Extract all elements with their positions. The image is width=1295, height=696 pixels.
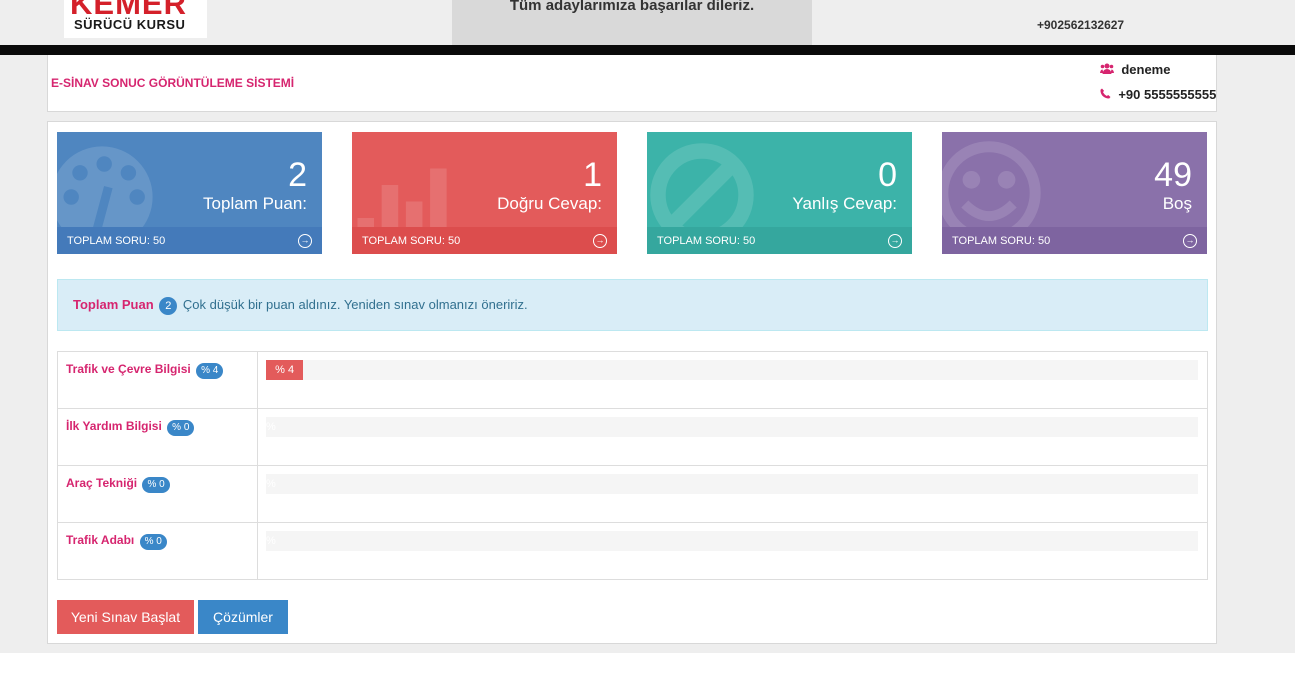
- stat-label: Yanlış Cevap:: [792, 194, 897, 213]
- alert-label: Toplam Puan: [73, 297, 154, 312]
- stat-footer-text: TOPLAM SORU: 50: [657, 235, 756, 247]
- category-percent-badge: % 0: [142, 477, 170, 493]
- user-phone-info: +90 5555555555: [1100, 87, 1216, 102]
- category-name-text: Trafik ve Çevre Bilgisi: [66, 362, 191, 376]
- category-label-cell: Araç Tekniği % 0: [58, 466, 258, 522]
- header-phone: +902562132627: [1037, 18, 1125, 32]
- category-name-text: Trafik Adabı: [66, 533, 135, 547]
- stat-total-score: 2 Toplam Puan: TOPLAM SORU: 50 →: [57, 132, 322, 254]
- stat-footer-text: TOPLAM SORU: 50: [952, 235, 1051, 247]
- table-row: Araç Tekniği % 0 %: [58, 466, 1207, 523]
- stat-value: 0: [878, 156, 897, 194]
- header-divider: [0, 45, 1295, 55]
- arrow-circle-right-icon[interactable]: →: [593, 234, 607, 248]
- category-name: İlk Yardım Bilgisi % 0: [66, 419, 195, 436]
- alert-score-badge: 2: [159, 297, 178, 315]
- category-label-cell: Trafik ve Çevre Bilgisi % 4: [58, 352, 258, 408]
- progress-track: % 4: [266, 360, 1198, 380]
- solutions-button[interactable]: Çözümler: [198, 600, 288, 634]
- system-title: E-SİNAV SONUC GÖRÜNTÜLEME SİSTEMİ: [51, 76, 295, 90]
- stat-blank-answers: 49 Boş TOPLAM SORU: 50 →: [942, 132, 1207, 254]
- new-exam-button[interactable]: Yeni Sınav Başlat: [57, 600, 194, 634]
- stat-value: 1: [583, 156, 602, 194]
- stat-footer[interactable]: TOPLAM SORU: 50 →: [57, 227, 322, 254]
- category-percent-badge: % 0: [139, 534, 167, 550]
- brand-logo[interactable]: KEMER SÜRÜCÜ KURSU: [64, 0, 207, 38]
- arrow-circle-right-icon[interactable]: →: [298, 234, 312, 248]
- stat-value: 2: [288, 156, 307, 194]
- announcement-box: Tüm adaylarımıza başarılar dileriz.: [452, 0, 812, 45]
- stat-footer[interactable]: TOPLAM SORU: 50 →: [942, 227, 1207, 254]
- stat-footer-text: TOPLAM SORU: 50: [67, 235, 166, 247]
- category-label-cell: İlk Yardım Bilgisi % 0: [58, 409, 258, 465]
- top-header: KEMER SÜRÜCÜ KURSU Tüm adaylarımıza başa…: [0, 0, 1295, 45]
- table-row: Trafik Adabı % 0 %: [58, 523, 1207, 580]
- category-percent-badge: % 0: [167, 420, 195, 436]
- category-percent-badge: % 4: [196, 363, 224, 379]
- stat-label: Doğru Cevap:: [497, 194, 602, 213]
- results-panel: 2 Toplam Puan: TOPLAM SORU: 50 → 1 Doğru…: [47, 121, 1217, 644]
- progress-track: %: [266, 474, 1198, 494]
- users-icon: [1100, 63, 1117, 77]
- stat-label: Boş: [1162, 194, 1192, 213]
- score-alert: Toplam Puan 2 Çok düşük bir puan aldınız…: [57, 279, 1208, 331]
- category-name: Trafik ve Çevre Bilgisi % 4: [66, 362, 224, 379]
- phone-icon: [1100, 88, 1114, 102]
- progress-fill: % 4: [266, 360, 304, 380]
- category-name-text: Araç Tekniği: [66, 476, 138, 490]
- alert-message: Çok düşük bir puan aldınız. Yeniden sına…: [182, 297, 528, 312]
- category-results-table: Trafik ve Çevre Bilgisi % 4 % 4 İlk Yard…: [57, 351, 1208, 580]
- arrow-circle-right-icon[interactable]: →: [888, 234, 902, 248]
- arrow-circle-right-icon[interactable]: →: [1183, 234, 1197, 248]
- category-name-text: İlk Yardım Bilgisi: [66, 419, 162, 433]
- progress-track: %: [266, 417, 1198, 437]
- user-info: deneme: [1100, 62, 1170, 77]
- category-name: Araç Tekniği % 0: [66, 476, 170, 493]
- logo-subtitle: SÜRÜCÜ KURSU: [74, 17, 186, 32]
- title-panel: E-SİNAV SONUC GÖRÜNTÜLEME SİSTEMİ deneme…: [47, 55, 1217, 112]
- stat-footer[interactable]: TOPLAM SORU: 50 →: [352, 227, 617, 254]
- stat-label: Toplam Puan:: [203, 194, 307, 213]
- page: KEMER SÜRÜCÜ KURSU Tüm adaylarımıza başa…: [0, 0, 1295, 696]
- progress-track: %: [266, 531, 1198, 551]
- user-name: deneme: [1121, 62, 1171, 77]
- stat-value: 49: [1154, 156, 1192, 194]
- category-name: Trafik Adabı % 0: [66, 533, 167, 550]
- table-row: Trafik ve Çevre Bilgisi % 4 % 4: [58, 352, 1207, 409]
- stat-footer-text: TOPLAM SORU: 50: [362, 235, 461, 247]
- stat-wrong-answers: 0 Yanlış Cevap: TOPLAM SORU: 50 →: [647, 132, 912, 254]
- table-row: İlk Yardım Bilgisi % 0 %: [58, 409, 1207, 466]
- category-label-cell: Trafik Adabı % 0: [58, 523, 258, 580]
- stat-correct-answers: 1 Doğru Cevap: TOPLAM SORU: 50 →: [352, 132, 617, 254]
- stat-footer[interactable]: TOPLAM SORU: 50 →: [647, 227, 912, 254]
- user-phone: +90 5555555555: [1118, 87, 1217, 102]
- announcement-text: Tüm adaylarımıza başarılar dileriz.: [509, 0, 755, 14]
